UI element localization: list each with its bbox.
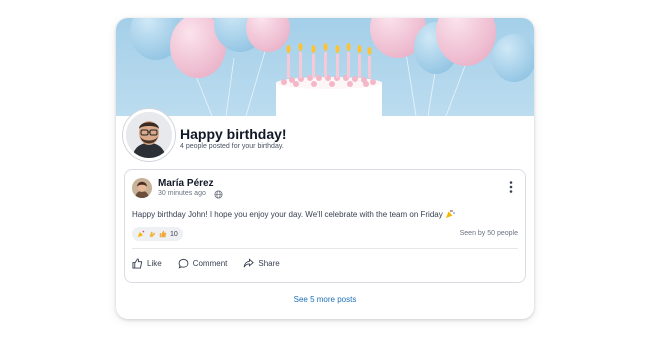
like-icon (132, 258, 143, 269)
birthday-post: María Pérez 30 minutes ago Happy birthda… (124, 169, 526, 283)
post-actions: Like Comment Share (132, 258, 280, 269)
seen-by-count: Seen by 50 people (459, 230, 518, 237)
share-label: Share (258, 259, 280, 268)
more-options-icon[interactable] (507, 180, 515, 194)
birthday-banner-image (116, 18, 534, 116)
comment-icon (178, 258, 189, 269)
profile-subtitle: 4 people posted for your birthday. (180, 143, 284, 150)
post-author-name[interactable]: María Pérez (158, 178, 214, 189)
party-icon (137, 230, 145, 238)
birthday-card: Happy birthday! 4 people posted for your… (116, 18, 534, 319)
post-body: Happy birthday John! I hope you enjoy yo… (132, 209, 455, 219)
party-popper-icon (445, 209, 455, 218)
thumbs-up-icon (159, 230, 167, 238)
reactions-summary[interactable]: 10 (132, 227, 183, 241)
profile-avatar[interactable] (123, 109, 175, 161)
post-timestamp: 30 minutes ago (158, 190, 206, 197)
share-icon (244, 258, 255, 268)
author-avatar[interactable] (132, 178, 152, 198)
globe-icon (214, 190, 223, 199)
like-label: Like (147, 259, 162, 268)
comment-button[interactable]: Comment (178, 258, 228, 269)
reaction-count: 10 (170, 230, 178, 238)
share-button[interactable]: Share (243, 258, 280, 269)
see-more-posts-link[interactable]: See 5 more posts (116, 295, 534, 304)
post-text: Happy birthday John! I hope you enjoy yo… (132, 210, 443, 219)
divider (132, 248, 518, 249)
clap-icon (149, 231, 156, 238)
profile-title: Happy birthday! (180, 126, 287, 142)
like-button[interactable]: Like (132, 258, 162, 269)
comment-label: Comment (192, 259, 228, 268)
